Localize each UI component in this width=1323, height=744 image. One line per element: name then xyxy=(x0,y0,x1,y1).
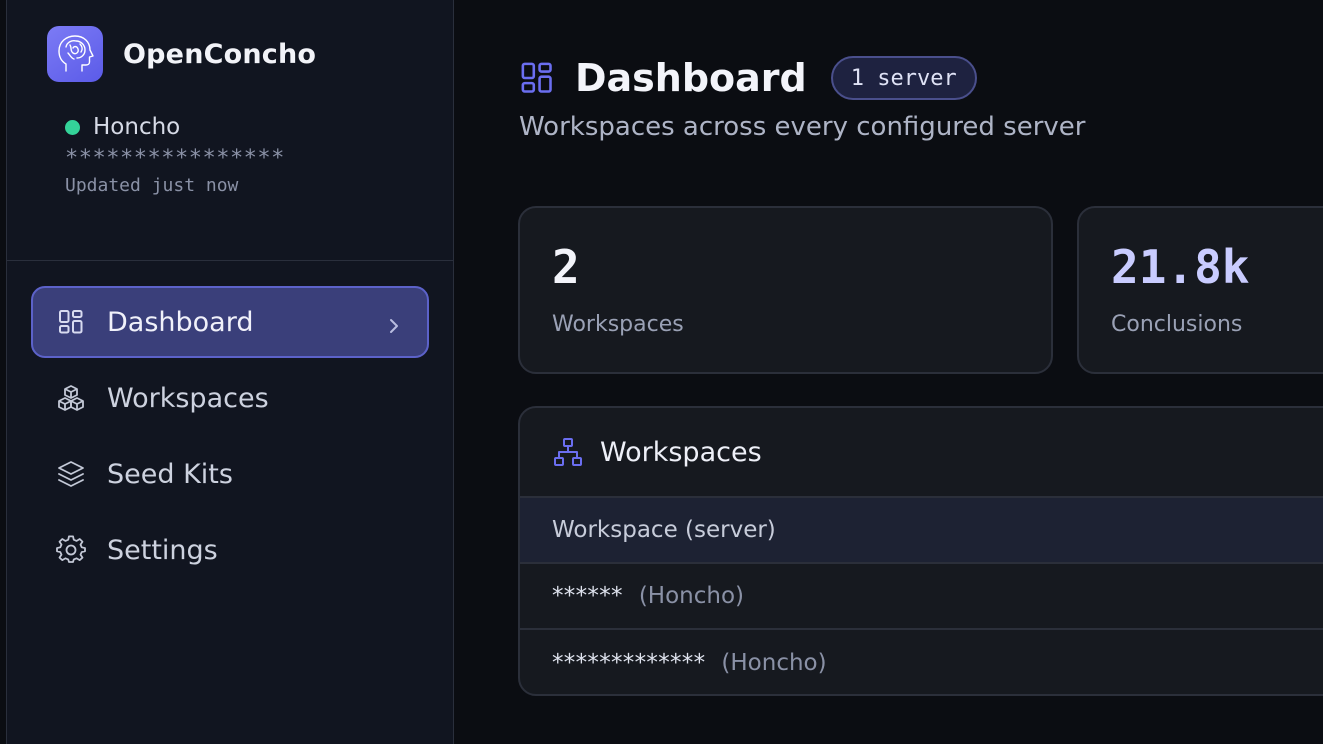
chevron-right-icon xyxy=(383,312,403,343)
boxes-icon xyxy=(55,382,87,414)
sidebar-nav: Dashboard Workspaces Seed Kits Settings xyxy=(31,286,429,590)
sidebar-item-dashboard[interactable]: Dashboard xyxy=(31,286,429,358)
workspace-name: ****** xyxy=(552,583,623,609)
page-title: Dashboard xyxy=(575,56,807,100)
server-name: Honcho xyxy=(93,114,181,140)
sidebar-item-label: Dashboard xyxy=(107,306,254,338)
dashboard-icon xyxy=(519,60,555,96)
stat-value: 2 xyxy=(552,240,580,294)
status-dot-icon xyxy=(65,119,80,135)
workspaces-panel-header: Workspaces xyxy=(520,408,1323,498)
app-name: OpenConcho xyxy=(123,38,317,70)
page-header: Dashboard 1 server xyxy=(519,56,977,100)
gear-icon xyxy=(55,534,87,566)
workspace-name: ************* xyxy=(552,650,706,676)
stat-card-conclusions: 21.8k Conclusions xyxy=(1077,206,1323,374)
layers-icon xyxy=(55,458,87,490)
sidebar-divider xyxy=(7,260,453,261)
dashboard-icon xyxy=(55,306,87,338)
table-row[interactable]: ****** (Honcho) xyxy=(520,564,1323,630)
brand[interactable]: OpenConcho xyxy=(47,26,316,82)
sidebar-item-label: Workspaces xyxy=(107,382,269,414)
workspace-server: (Honcho) xyxy=(721,650,827,676)
workspace-server: (Honcho) xyxy=(638,583,744,609)
stat-label: Conclusions xyxy=(1111,312,1243,337)
brain-logo-icon xyxy=(47,26,103,82)
server-count-badge: 1 server xyxy=(830,56,977,100)
sidebar-item-settings[interactable]: Settings xyxy=(31,514,429,586)
table-row[interactable]: ************* (Honcho) xyxy=(520,630,1323,694)
server-row: Honcho xyxy=(65,114,285,140)
server-api-key: **************** xyxy=(65,146,285,171)
stat-value: 21.8k xyxy=(1111,240,1250,294)
sidebar-item-label: Settings xyxy=(107,534,218,566)
page-subtitle: Workspaces across every configured serve… xyxy=(519,112,1086,142)
main-content: Dashboard 1 server Workspaces across eve… xyxy=(455,0,1323,744)
sidebar-item-seed-kits[interactable]: Seed Kits xyxy=(31,438,429,510)
sitemap-icon xyxy=(552,436,584,468)
stat-label: Workspaces xyxy=(552,312,684,337)
stat-card-workspaces: 2 Workspaces xyxy=(518,206,1053,374)
sidebar-item-workspaces[interactable]: Workspaces xyxy=(31,362,429,434)
server-updated-time: Updated just now xyxy=(65,175,239,196)
workspaces-panel: Workspaces Workspace (server) ****** (Ho… xyxy=(518,406,1323,696)
server-status: Honcho **************** Updated just now xyxy=(65,114,285,196)
sidebar: OpenConcho Honcho **************** Updat… xyxy=(6,0,454,744)
app-window: OpenConcho Honcho **************** Updat… xyxy=(0,0,1323,744)
table-column-header[interactable]: Workspace (server) xyxy=(520,498,1323,564)
workspaces-panel-title: Workspaces xyxy=(600,436,762,468)
sidebar-item-label: Seed Kits xyxy=(107,458,233,490)
